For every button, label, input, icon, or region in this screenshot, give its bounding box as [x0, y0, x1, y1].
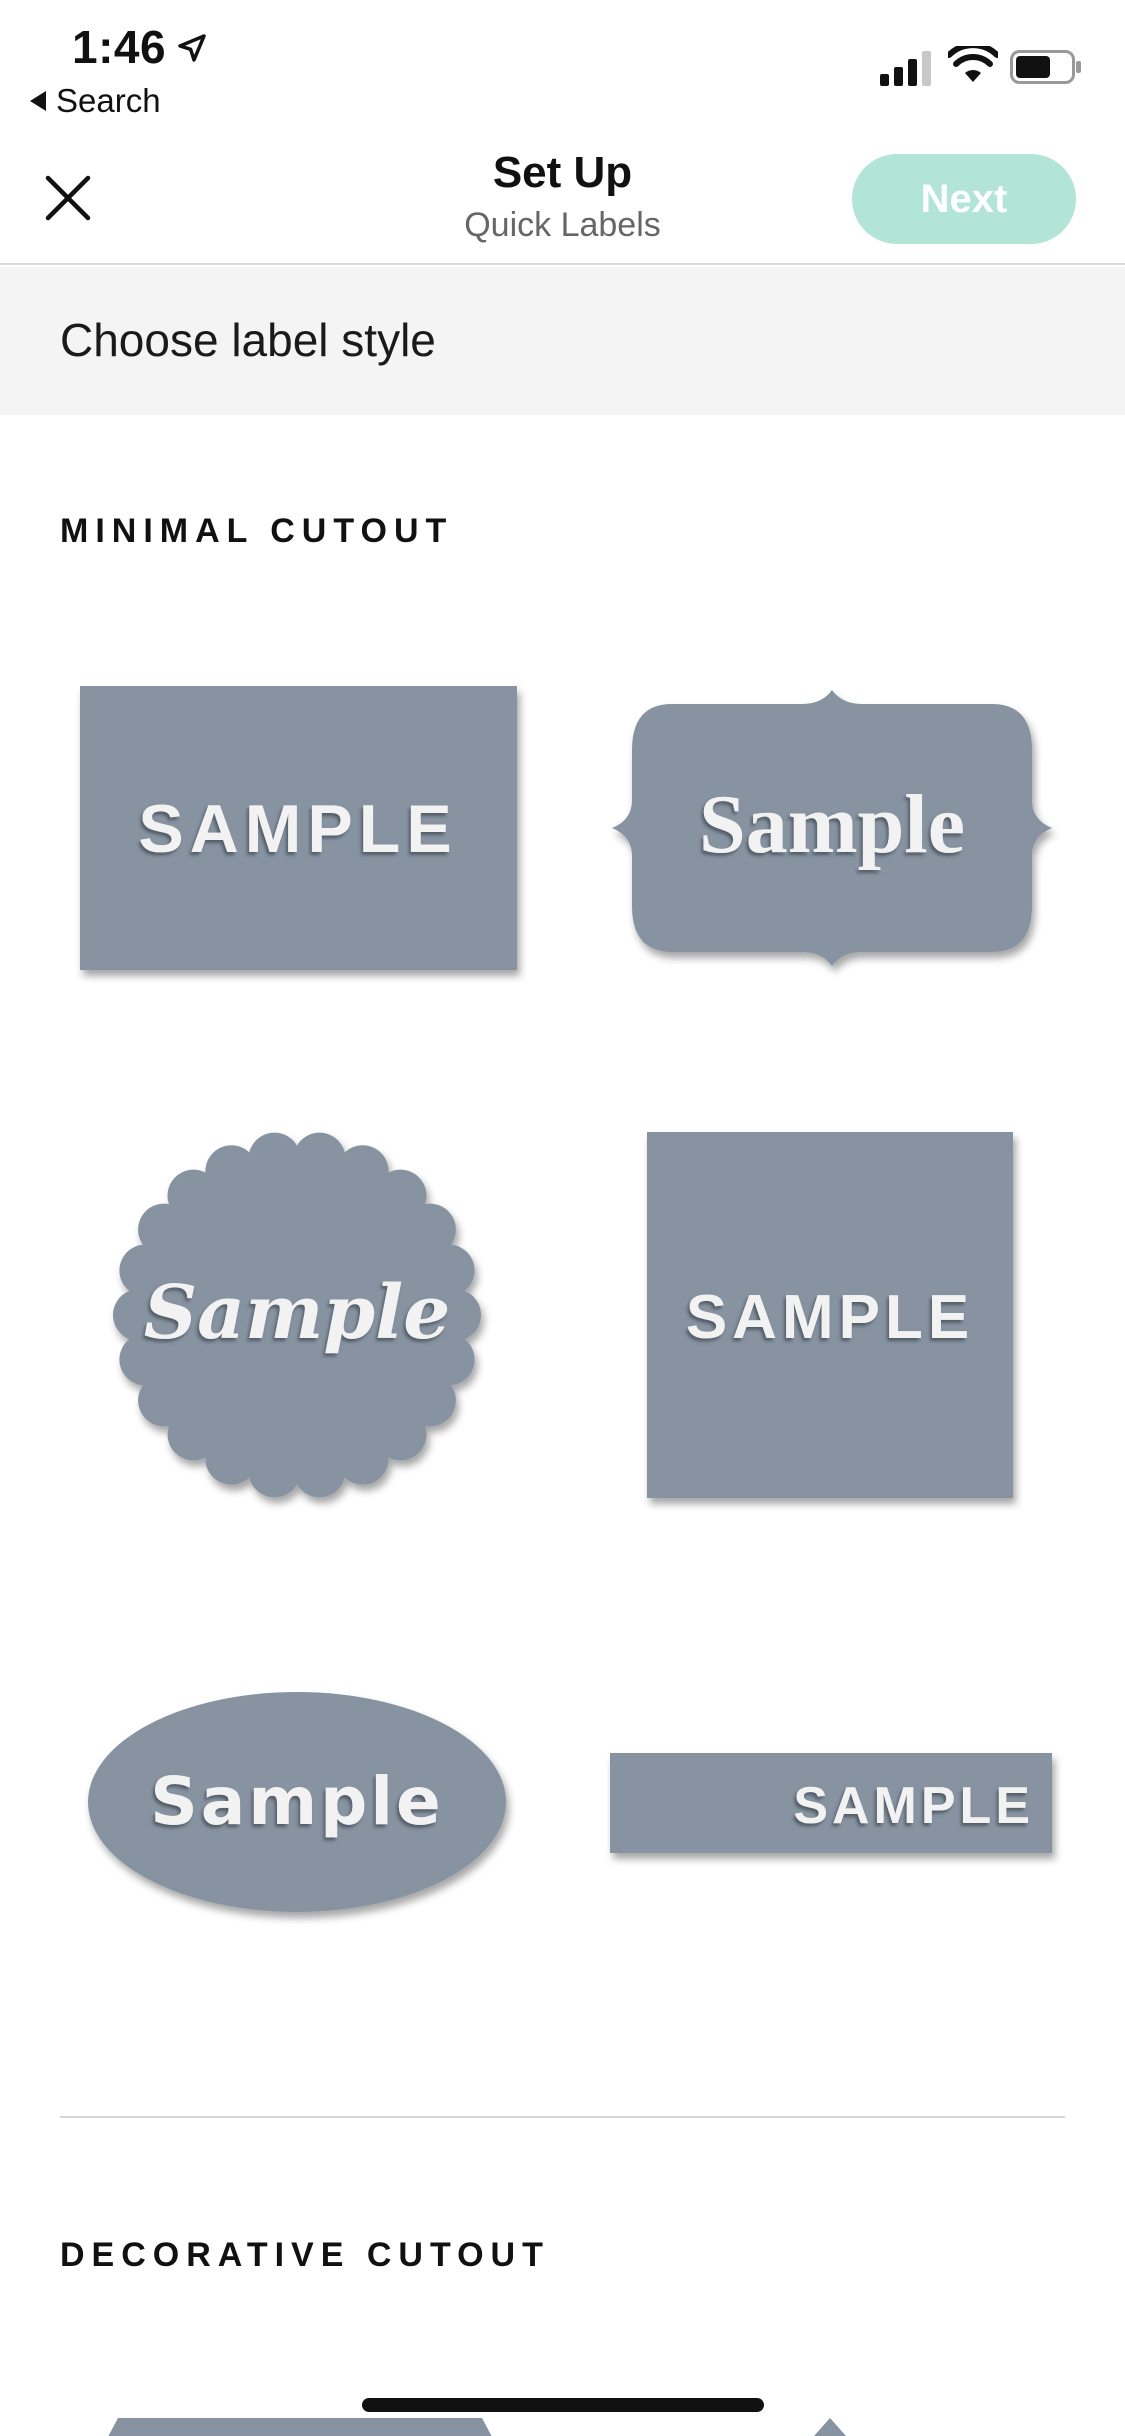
label-sample-text: SAMPLE	[138, 791, 457, 867]
section-heading-minimal-cutout: MINIMAL CUTOUT	[60, 512, 454, 550]
label-style-oval[interactable]: Sample	[88, 1692, 506, 1912]
label-style-decorative-partial-1[interactable]	[88, 2418, 512, 2436]
section-band-text: Choose label style	[60, 314, 436, 366]
status-bar: 1:46 Search	[0, 0, 1125, 130]
next-button[interactable]: Next	[852, 154, 1076, 244]
back-to-search-link[interactable]: Search	[30, 82, 161, 120]
cellular-signal-icon	[880, 51, 931, 86]
label-style-bracket[interactable]: Sample	[612, 690, 1052, 966]
rectangle-label-shape: SAMPLE	[80, 686, 517, 970]
section-heading-decorative-cutout: DECORATIVE CUTOUT	[60, 2236, 550, 2274]
home-indicator[interactable]	[362, 2398, 764, 2412]
wifi-icon	[948, 46, 998, 82]
label-sample-text: Sample	[144, 1270, 451, 1356]
section-divider	[60, 2116, 1065, 2118]
location-arrow-icon	[178, 34, 206, 62]
section-band: Choose label style	[0, 267, 1125, 415]
nav-bar: Set Up Quick Labels Next	[0, 130, 1125, 265]
battery-icon	[1010, 50, 1081, 84]
bracket-label-shape: Sample	[612, 690, 1052, 966]
decorative-label-shape-partial	[108, 2418, 492, 2436]
label-sample-text: SAMPLE	[686, 1283, 974, 1352]
back-triangle-icon	[30, 91, 46, 111]
label-style-strip[interactable]: SAMPLE	[610, 1753, 1052, 1853]
label-sample-text: Sample	[150, 1763, 443, 1840]
label-style-rectangle[interactable]: SAMPLE	[80, 686, 517, 970]
square-label-shape: SAMPLE	[647, 1132, 1013, 1498]
label-style-square[interactable]: SAMPLE	[647, 1132, 1013, 1498]
back-to-search-label: Search	[56, 82, 161, 119]
decorative-label-shape-partial	[814, 2418, 846, 2436]
strip-label-shape: SAMPLE	[610, 1753, 1052, 1853]
oval-label-shape: Sample	[88, 1692, 506, 1912]
label-sample-text: Sample	[699, 778, 965, 871]
label-style-decorative-partial-2[interactable]	[800, 2418, 860, 2436]
status-time: 1:46	[72, 21, 167, 73]
label-sample-text: SAMPLE	[793, 1777, 1034, 1835]
scalloped-circle-label-shape: Sample	[113, 1132, 481, 1498]
label-style-scalloped-circle[interactable]: Sample	[112, 1130, 482, 1500]
